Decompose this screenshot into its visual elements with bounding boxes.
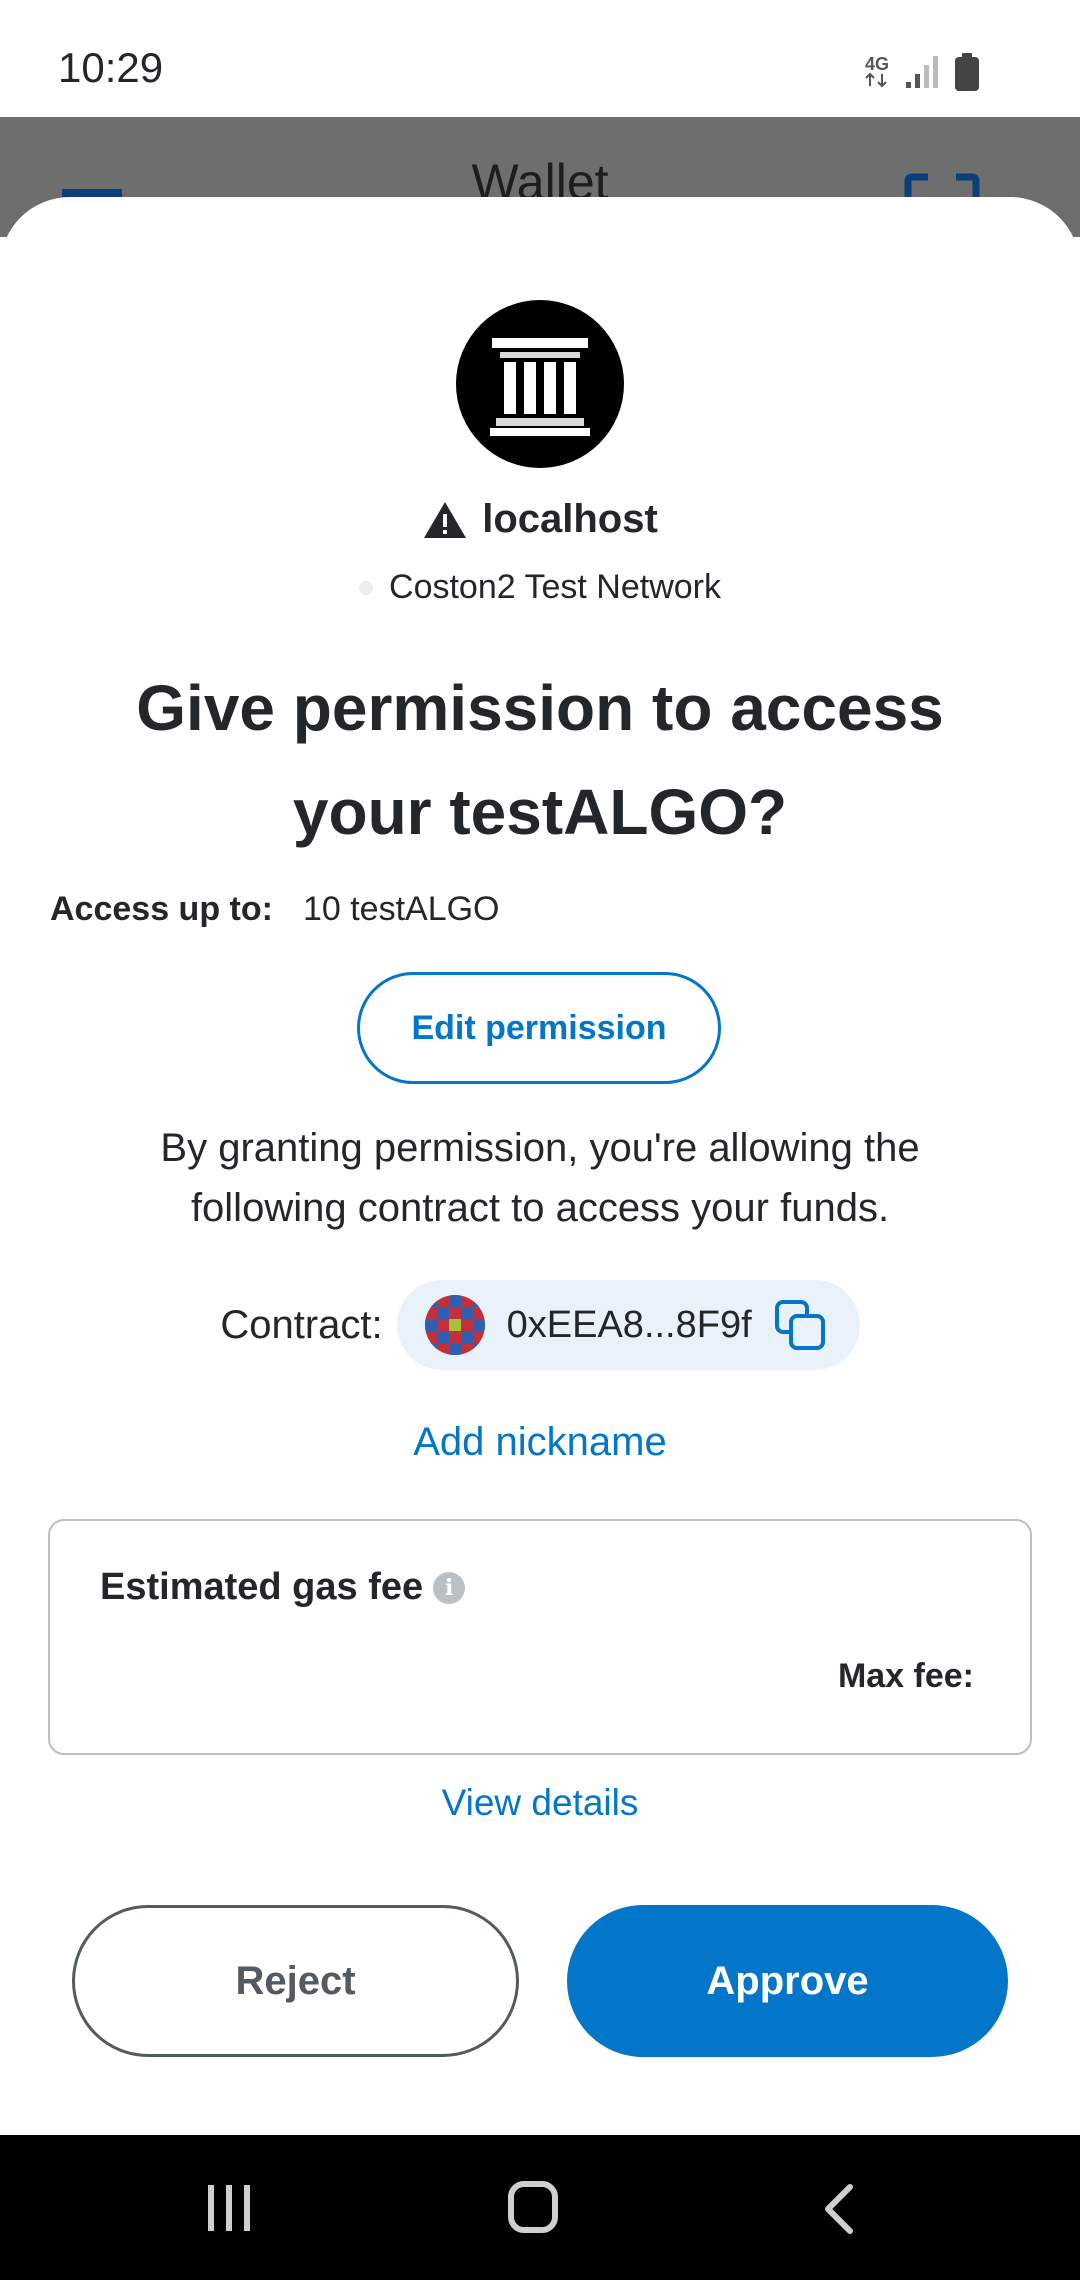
site-logo <box>456 300 624 468</box>
contract-label: Contract: <box>220 1302 383 1347</box>
system-nav-bar <box>0 2135 1080 2280</box>
bank-icon <box>490 338 590 436</box>
access-label: Access up to: <box>50 890 273 928</box>
reject-button[interactable]: Reject <box>72 1905 519 2057</box>
recent-apps-icon[interactable] <box>208 2185 250 2231</box>
contract-identicon <box>424 1295 485 1355</box>
status-bar: 10:29 4G <box>0 0 1080 117</box>
back-icon[interactable] <box>822 2183 854 2235</box>
add-nickname-link[interactable]: Add nickname <box>0 1420 1080 1465</box>
home-icon[interactable] <box>508 2181 558 2233</box>
site-name: localhost <box>482 497 658 541</box>
network-dot-icon <box>359 580 374 595</box>
max-fee-label: Max fee: <box>837 1657 974 1695</box>
permission-description: By granting permission, you're allowing … <box>160 1126 920 1230</box>
network-type-icon: 4G <box>864 54 890 88</box>
copy-icon[interactable] <box>774 1299 826 1351</box>
gas-fee-label-row: Estimated gas fee i <box>100 1566 466 1609</box>
status-time: 10:29 <box>58 44 164 91</box>
contract-address: 0xEEA8...8F9f <box>506 1303 752 1346</box>
edit-permission-button[interactable]: Edit permission <box>357 972 721 1084</box>
status-icons: 4G <box>864 50 980 94</box>
network-type-label: 4G <box>864 54 889 74</box>
gas-fee-label: Estimated gas fee <box>100 1566 424 1608</box>
contract-address-pill[interactable]: 0xEEA8...8F9f <box>396 1280 860 1370</box>
network-name: Coston2 Test Network <box>389 568 721 606</box>
access-value: 10 testALGO <box>302 890 500 928</box>
view-details-link[interactable]: View details <box>0 1782 1080 1824</box>
permission-title: Give permission to access your testALGO? <box>136 672 944 848</box>
warning-icon <box>424 501 467 538</box>
battery-icon <box>955 53 979 91</box>
contract-row: Contract: 0xEEA8...8F9f <box>0 1280 1080 1370</box>
approve-button[interactable]: Approve <box>567 1905 1008 2057</box>
access-limit: Access up to: 10 testALGO <box>50 890 500 929</box>
signal-icon <box>906 56 938 88</box>
network-indicator: Coston2 Test Network <box>0 568 1080 607</box>
info-icon[interactable]: i <box>433 1571 466 1604</box>
gas-fee-card: Estimated gas fee i Max fee: <box>48 1519 1032 1755</box>
site-origin: localhost <box>0 497 1080 542</box>
